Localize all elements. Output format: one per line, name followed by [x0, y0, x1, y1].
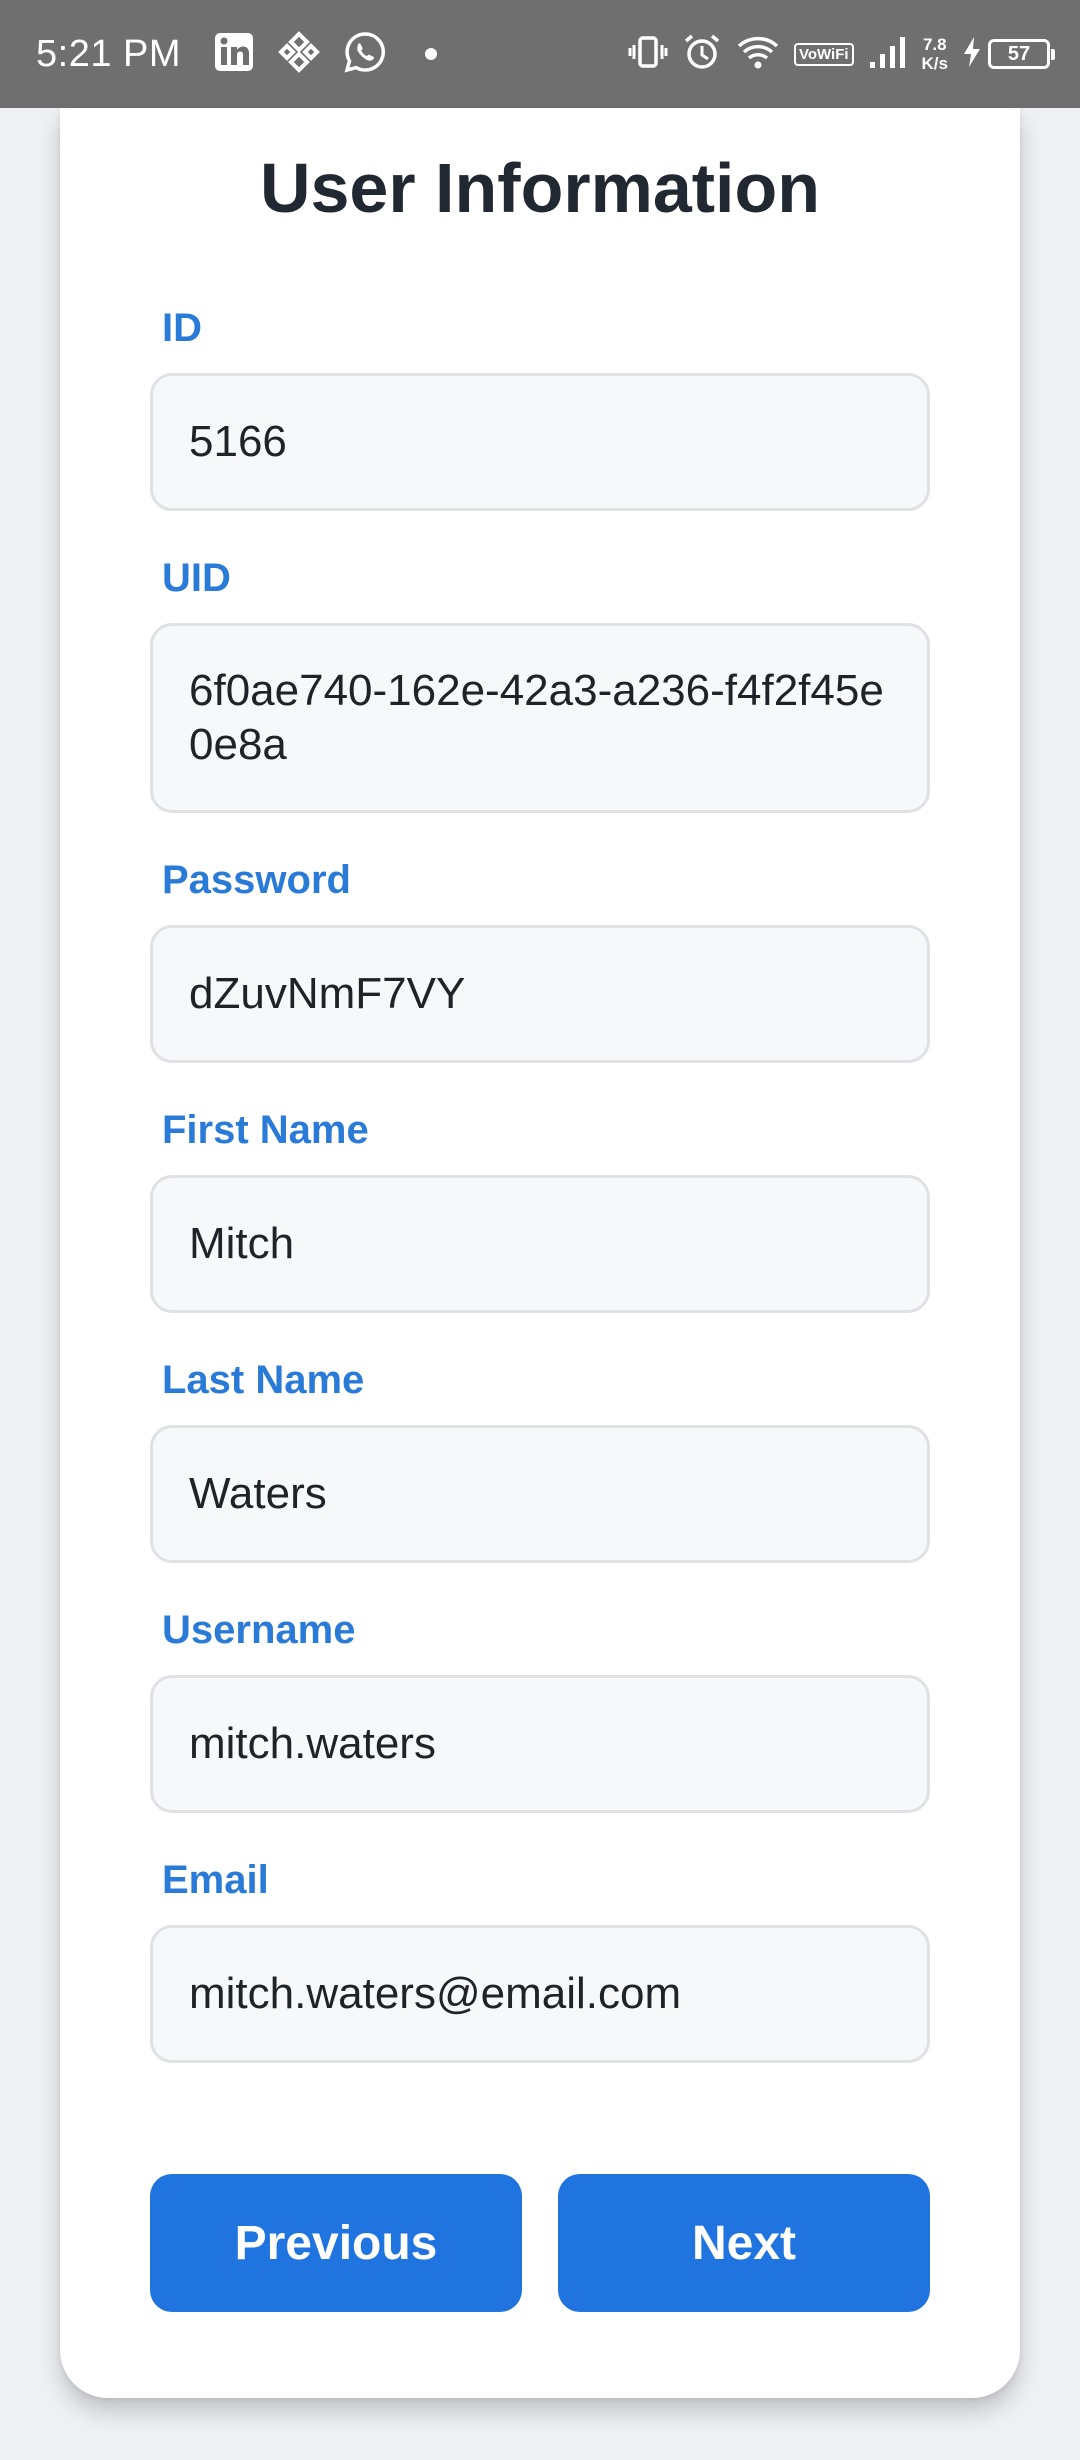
last-name-field[interactable]: Waters	[150, 1425, 930, 1563]
last-name-value: Waters	[189, 1469, 327, 1518]
speed-value: 7.8	[922, 35, 947, 54]
password-label: Password	[162, 858, 351, 902]
battery: 57	[962, 36, 1055, 73]
status-time: 5:21 PM	[36, 32, 182, 75]
id-label: ID	[162, 306, 202, 350]
signal-icon	[868, 34, 908, 75]
first-name-field[interactable]: Mitch	[150, 1175, 930, 1313]
last-name-label: Last Name	[162, 1358, 365, 1402]
email-field[interactable]: mitch.waters@email.com	[150, 1925, 930, 2063]
charging-icon	[962, 36, 982, 73]
status-bar: 5:21 PM VoWiFi 7.8 K/s 57	[0, 0, 1080, 108]
first-name-label: First Name	[162, 1108, 369, 1152]
alarm-icon	[682, 32, 722, 77]
vowifi-badge: VoWiFi	[793, 42, 854, 66]
id-field[interactable]: 5166	[150, 373, 930, 511]
notification-dot	[425, 48, 438, 60]
email-value: mitch.waters@email.com	[189, 1969, 682, 2018]
next-button[interactable]: Next	[558, 2174, 930, 2312]
username-label: Username	[162, 1608, 356, 1652]
first-name-value: Mitch	[189, 1219, 295, 1268]
binance-icon	[277, 30, 321, 79]
speed-unit: K/s	[921, 54, 948, 73]
whatsapp-icon	[343, 30, 387, 79]
email-label: Email	[162, 1858, 269, 1902]
wifi-icon	[736, 32, 780, 77]
id-value: 5166	[189, 417, 287, 466]
vibrate-icon	[628, 32, 668, 77]
previous-button[interactable]: Previous	[150, 2174, 522, 2312]
uid-label: UID	[162, 556, 231, 600]
page-title: User Information	[259, 149, 821, 227]
username-field[interactable]: mitch.waters	[150, 1675, 930, 1813]
linkedin-icon	[213, 31, 255, 78]
network-speed: 7.8 K/s	[922, 35, 948, 73]
password-value: dZuvNmF7VY	[189, 969, 466, 1018]
uid-value: 6f0ae740-162e-42a3-a236-f4f2f45e0e8a	[189, 666, 884, 769]
password-field[interactable]: dZuvNmF7VY	[150, 925, 930, 1063]
battery-level: 57	[988, 39, 1055, 69]
username-value: mitch.waters	[189, 1719, 436, 1768]
uid-field[interactable]: 6f0ae740-162e-42a3-a236-f4f2f45e0e8a	[150, 623, 930, 813]
user-information-card: User Information ID 5166 UID 6f0ae740-16…	[60, 108, 1020, 2398]
